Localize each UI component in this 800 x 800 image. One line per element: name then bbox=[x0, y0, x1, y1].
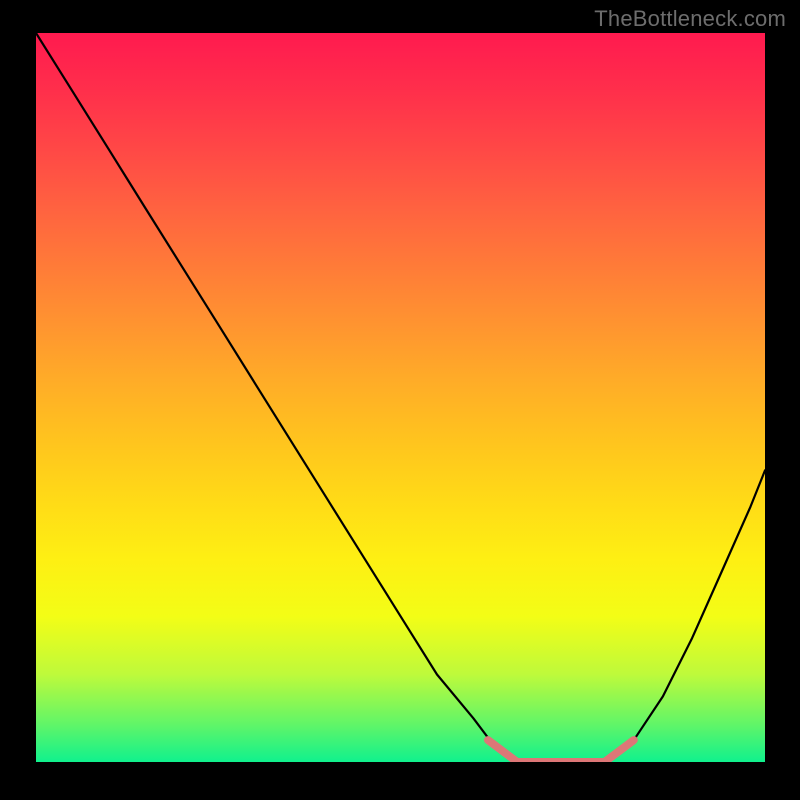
attribution-label: TheBottleneck.com bbox=[594, 6, 786, 32]
highlight-segment bbox=[488, 740, 517, 762]
bottleneck-curve bbox=[36, 33, 765, 762]
plot-area bbox=[36, 33, 765, 762]
chart-frame: TheBottleneck.com bbox=[0, 0, 800, 800]
highlight-segments bbox=[488, 740, 634, 762]
highlight-segment bbox=[605, 740, 634, 762]
curve-layer bbox=[36, 33, 765, 762]
